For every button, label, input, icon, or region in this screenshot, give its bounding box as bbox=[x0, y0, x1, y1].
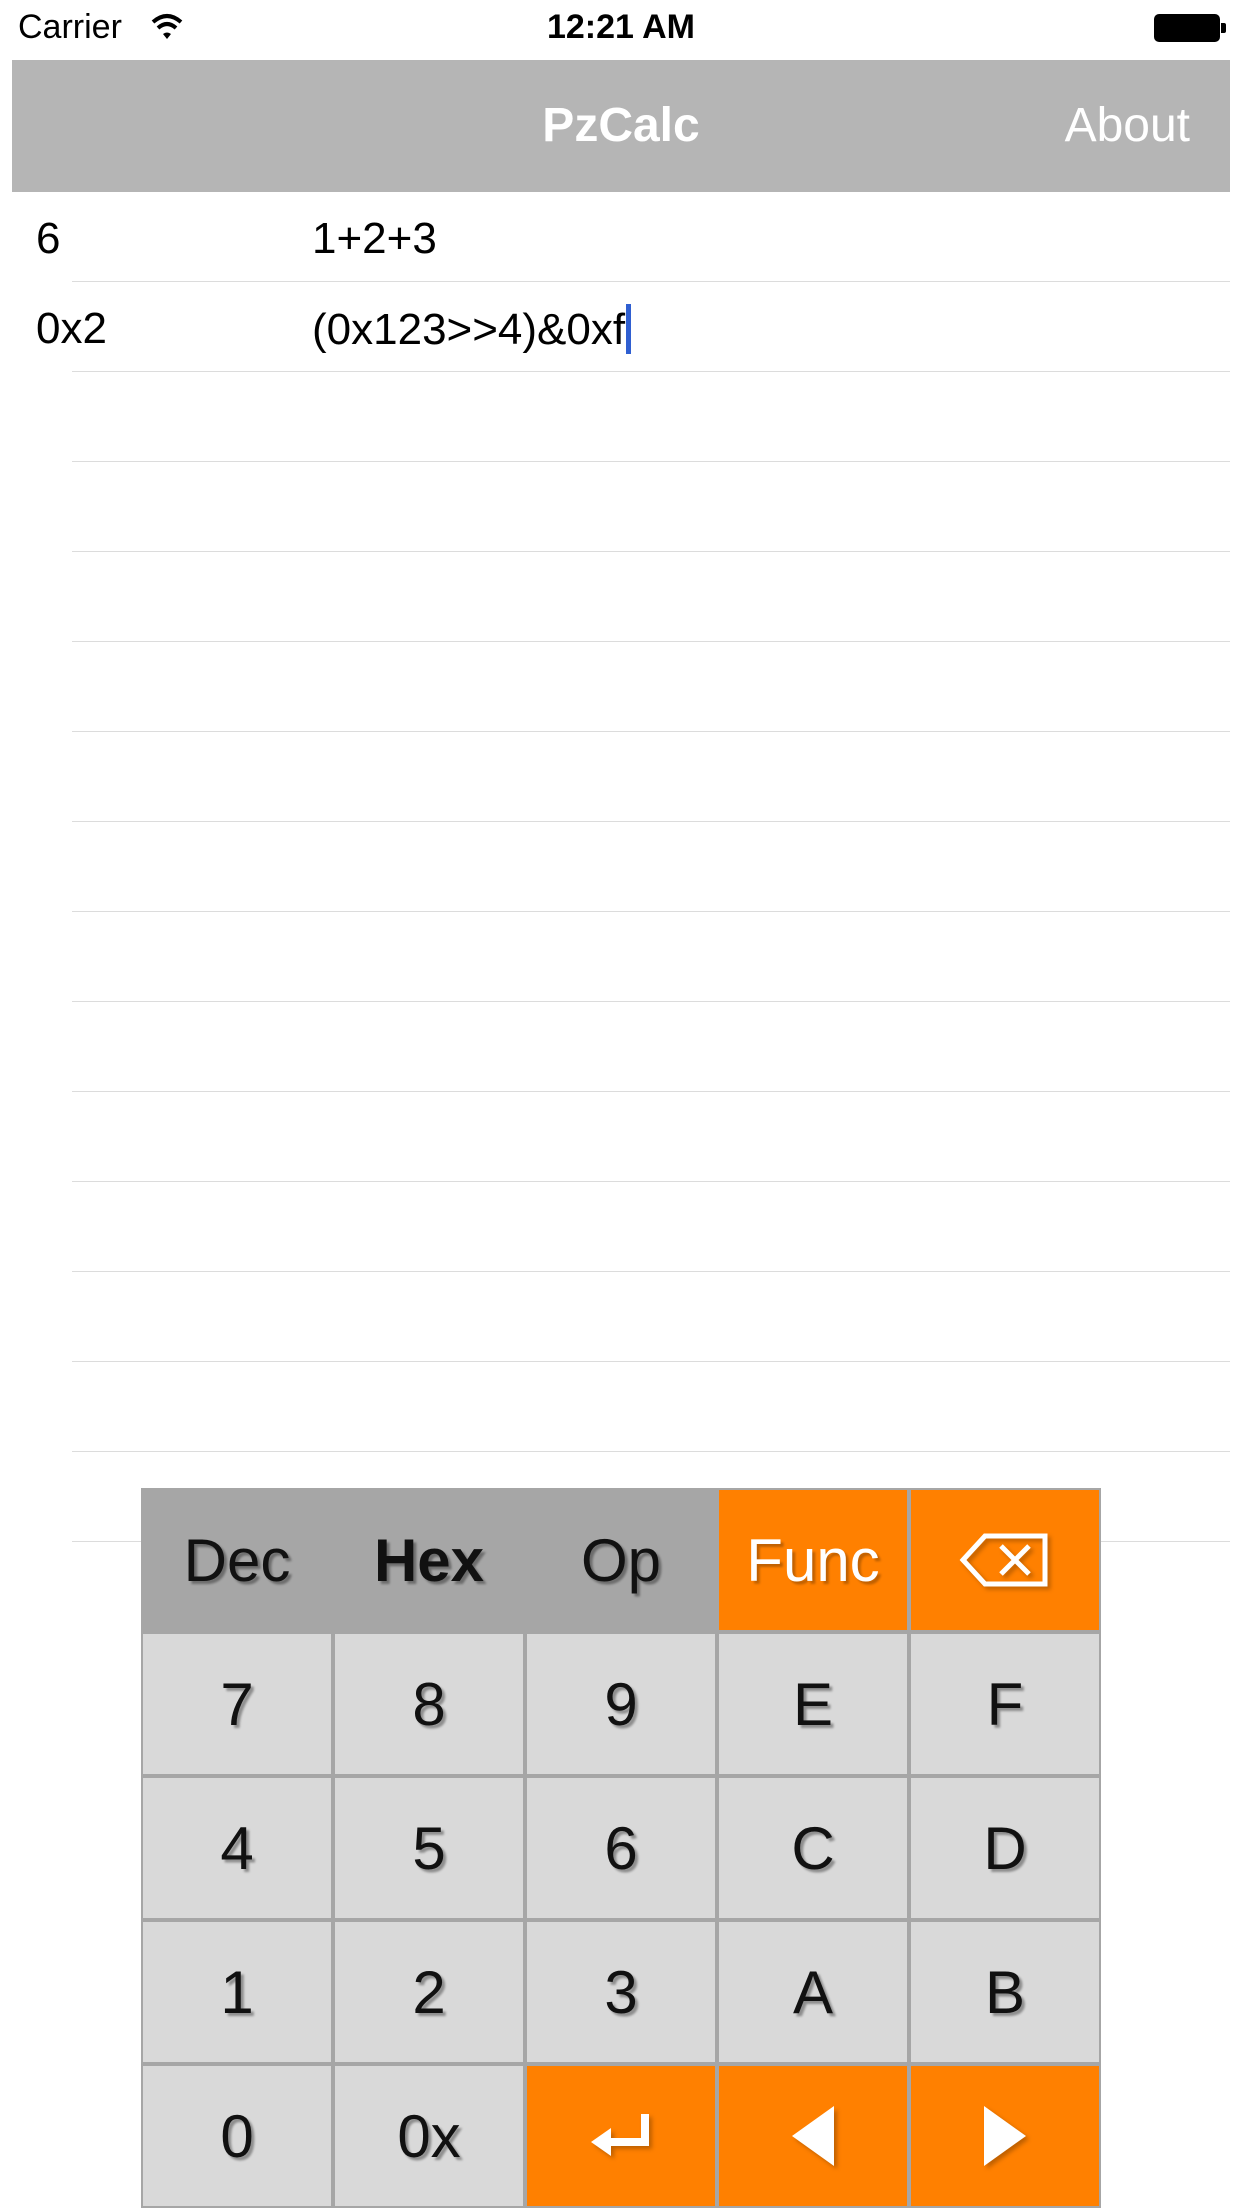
key-a[interactable]: A bbox=[717, 1920, 909, 2064]
op-mode-button[interactable]: Op bbox=[525, 1488, 717, 1632]
empty-row[interactable] bbox=[72, 732, 1230, 822]
empty-row[interactable] bbox=[72, 1002, 1230, 1092]
empty-row[interactable] bbox=[72, 912, 1230, 1002]
keypad-row: 0 0x bbox=[141, 2064, 1101, 2208]
empty-row[interactable] bbox=[72, 822, 1230, 912]
app-title: PzCalc bbox=[542, 99, 700, 152]
key-8[interactable]: 8 bbox=[333, 1632, 525, 1776]
empty-row[interactable] bbox=[72, 1362, 1230, 1452]
left-arrow-icon bbox=[792, 2106, 834, 2166]
backspace-button[interactable] bbox=[909, 1488, 1101, 1632]
dec-mode-button[interactable]: Dec bbox=[141, 1488, 333, 1632]
expression-list: 6 1+2+3 0x2 (0x123>>4)&0xf bbox=[0, 192, 1242, 1542]
status-bar: Carrier 12:21 AM bbox=[0, 0, 1242, 60]
enter-icon bbox=[591, 2114, 649, 2156]
key-9[interactable]: 9 bbox=[525, 1632, 717, 1776]
status-time: 12:21 AM bbox=[546, 8, 696, 46]
key-c[interactable]: C bbox=[717, 1776, 909, 1920]
keypad-row: 7 8 9 E F bbox=[141, 1632, 1101, 1776]
list-item[interactable]: 6 1+2+3 bbox=[36, 192, 1230, 282]
keypad-row: 4 5 6 C D bbox=[141, 1776, 1101, 1920]
key-4[interactable]: 4 bbox=[141, 1776, 333, 1920]
enter-button[interactable] bbox=[525, 2064, 717, 2208]
empty-row[interactable] bbox=[72, 642, 1230, 732]
about-button[interactable]: About bbox=[1065, 98, 1190, 153]
text-cursor bbox=[626, 304, 632, 354]
expression-text: (0x123>>4)&0xf bbox=[312, 305, 626, 354]
result-value: 0x2 bbox=[36, 304, 107, 353]
key-1[interactable]: 1 bbox=[141, 1920, 333, 2064]
expression-input[interactable]: (0x123>>4)&0xf bbox=[312, 304, 632, 355]
calculator-keypad: Dec Hex Op Func 7 8 9 E F 4 5 6 C D 1 2 … bbox=[141, 1488, 1101, 2208]
mode-row: Dec Hex Op Func bbox=[141, 1488, 1101, 1632]
func-button[interactable]: Func bbox=[717, 1488, 909, 1632]
empty-row[interactable] bbox=[72, 462, 1230, 552]
result-value: 6 bbox=[36, 214, 61, 263]
key-7[interactable]: 7 bbox=[141, 1632, 333, 1776]
key-e[interactable]: E bbox=[717, 1632, 909, 1776]
key-3[interactable]: 3 bbox=[525, 1920, 717, 2064]
list-item[interactable]: 0x2 (0x123>>4)&0xf bbox=[36, 282, 1230, 372]
key-0x[interactable]: 0x bbox=[333, 2064, 525, 2208]
empty-row[interactable] bbox=[72, 552, 1230, 642]
nav-bar: PzCalc About bbox=[12, 60, 1230, 192]
right-arrow-icon bbox=[984, 2106, 1026, 2166]
backspace-icon bbox=[959, 1533, 1048, 1587]
empty-row[interactable] bbox=[72, 1092, 1230, 1182]
empty-row[interactable] bbox=[72, 1272, 1230, 1362]
battery-icon bbox=[1154, 14, 1226, 42]
empty-row[interactable] bbox=[72, 372, 1230, 462]
key-0[interactable]: 0 bbox=[141, 2064, 333, 2208]
key-b[interactable]: B bbox=[909, 1920, 1101, 2064]
key-f[interactable]: F bbox=[909, 1632, 1101, 1776]
cursor-left-button[interactable] bbox=[717, 2064, 909, 2208]
expression-text: 1+2+3 bbox=[312, 214, 437, 263]
key-5[interactable]: 5 bbox=[333, 1776, 525, 1920]
key-2[interactable]: 2 bbox=[333, 1920, 525, 2064]
keypad-row: 1 2 3 A B bbox=[141, 1920, 1101, 2064]
hex-mode-button[interactable]: Hex bbox=[333, 1488, 525, 1632]
cursor-right-button[interactable] bbox=[909, 2064, 1101, 2208]
key-d[interactable]: D bbox=[909, 1776, 1101, 1920]
key-6[interactable]: 6 bbox=[525, 1776, 717, 1920]
empty-row[interactable] bbox=[72, 1182, 1230, 1272]
